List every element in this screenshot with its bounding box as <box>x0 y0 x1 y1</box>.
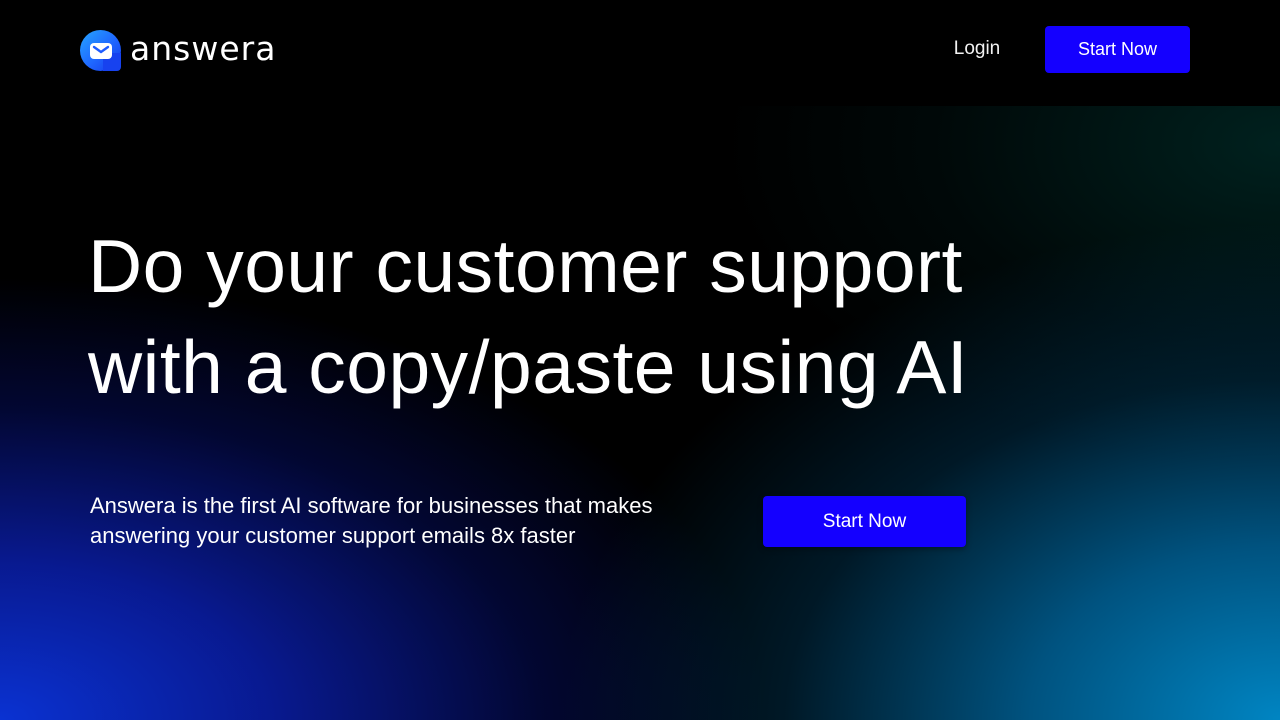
envelope-chat-icon <box>80 30 121 71</box>
hero-headline: Do your customer support with a copy/pas… <box>88 216 1068 418</box>
start-now-nav-button[interactable]: Start Now <box>1045 26 1190 73</box>
hero-headline-line-1: Do your customer support <box>88 224 963 308</box>
landing-page: answera Login Start Now Do your customer… <box>0 0 1280 720</box>
login-link[interactable]: Login <box>940 35 1014 63</box>
start-now-hero-button[interactable]: Start Now <box>763 496 966 547</box>
top-navbar: answera Login Start Now <box>0 0 1280 106</box>
brand-logo[interactable]: answera <box>80 29 277 71</box>
hero-subtext: Answera is the first AI software for bus… <box>90 491 710 551</box>
hero-subtext-line-1: Answera is the first AI software for bus… <box>90 493 653 518</box>
hero-headline-line-2: with a copy/paste using AI <box>88 325 969 409</box>
brand-name: answera <box>130 29 277 68</box>
hero-subtext-line-2: answering your customer support emails 8… <box>90 523 576 548</box>
